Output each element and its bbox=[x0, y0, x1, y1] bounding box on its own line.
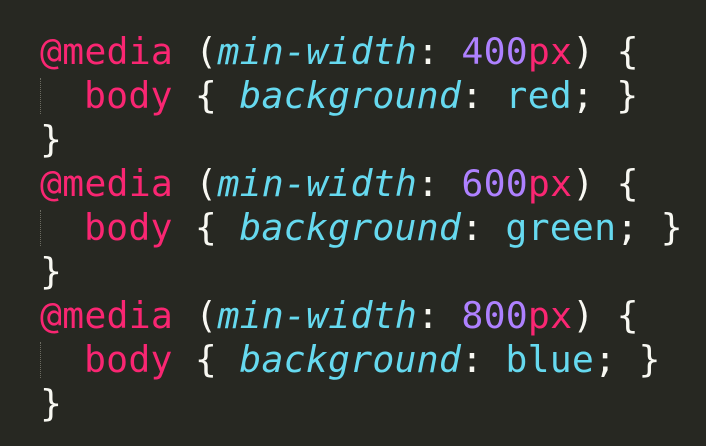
code-line-rule: body { background: green; } bbox=[40, 206, 683, 250]
at-rule-token: @media bbox=[40, 30, 174, 73]
code-editor[interactable]: @media (min-width: 400px) { body { backg… bbox=[0, 0, 706, 446]
brace-token: } bbox=[40, 118, 63, 161]
brace-token: } bbox=[616, 74, 639, 117]
brace-token: } bbox=[638, 338, 661, 381]
semicolon-token: ; bbox=[571, 74, 595, 117]
colon-token: : bbox=[461, 206, 484, 249]
brace-token: { bbox=[194, 74, 218, 117]
property-token: background bbox=[239, 74, 462, 117]
code-line-close: } bbox=[40, 250, 62, 294]
colon-token: : bbox=[417, 162, 440, 205]
number-token: 400 bbox=[461, 30, 528, 73]
brace-token: { bbox=[194, 338, 218, 381]
code-line-close: } bbox=[40, 118, 62, 162]
at-rule-token: @media bbox=[40, 162, 174, 205]
property-token: background bbox=[239, 338, 462, 381]
unit-token: px bbox=[527, 294, 573, 337]
brace-token: } bbox=[40, 250, 63, 293]
colon-token: : bbox=[417, 30, 440, 73]
media-feature-token: min-width bbox=[217, 30, 418, 73]
paren-token: ) bbox=[572, 30, 595, 73]
colon-token: : bbox=[417, 294, 440, 337]
colon-token: : bbox=[461, 338, 484, 381]
semicolon-token: ; bbox=[616, 206, 639, 249]
code-line-rule: body { background: red; } bbox=[40, 74, 638, 118]
brace-token: { bbox=[616, 30, 639, 73]
colon-token: : bbox=[461, 74, 484, 117]
unit-token: px bbox=[527, 30, 573, 73]
at-rule-token: @media bbox=[40, 294, 174, 337]
property-token: background bbox=[239, 206, 462, 249]
brace-token: { bbox=[616, 162, 639, 205]
selector-token: body bbox=[84, 74, 173, 117]
code-line-media-query: @media (min-width: 600px) { bbox=[40, 162, 639, 206]
brace-token: } bbox=[660, 206, 683, 249]
value-token: green bbox=[505, 206, 617, 249]
code-line-close: } bbox=[40, 382, 62, 426]
semicolon-token: ; bbox=[594, 338, 617, 381]
code-line-media-query: @media (min-width: 400px) { bbox=[40, 30, 639, 74]
brace-token: } bbox=[40, 382, 63, 425]
paren-token: ) bbox=[572, 162, 595, 205]
media-feature-token: min-width bbox=[217, 294, 418, 337]
paren-token: ( bbox=[195, 294, 218, 337]
brace-token: { bbox=[194, 206, 218, 249]
value-token: red bbox=[505, 74, 572, 117]
selector-token: body bbox=[84, 206, 173, 249]
value-token: blue bbox=[505, 338, 595, 381]
media-feature-token: min-width bbox=[217, 162, 418, 205]
unit-token: px bbox=[527, 162, 573, 205]
brace-token: { bbox=[616, 294, 639, 337]
code-line-rule: body { background: blue; } bbox=[40, 338, 661, 382]
paren-token: ( bbox=[195, 162, 218, 205]
code-line-media-query: @media (min-width: 800px) { bbox=[40, 294, 639, 338]
paren-token: ) bbox=[572, 294, 595, 337]
selector-token: body bbox=[84, 338, 173, 381]
number-token: 600 bbox=[461, 162, 528, 205]
paren-token: ( bbox=[195, 30, 218, 73]
number-token: 800 bbox=[461, 294, 528, 337]
